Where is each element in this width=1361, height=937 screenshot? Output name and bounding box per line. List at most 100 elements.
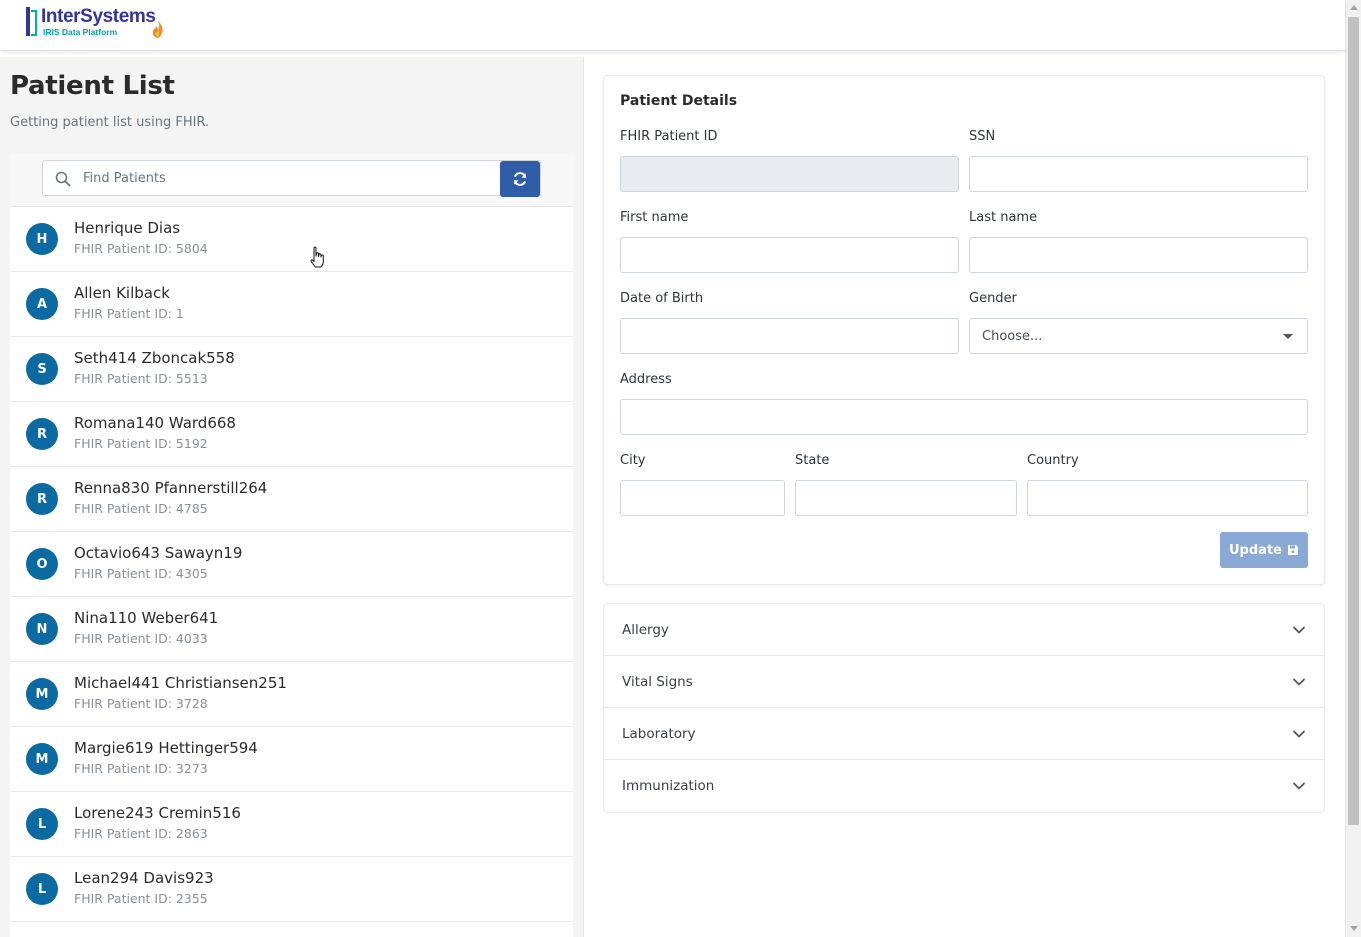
patient-list-item[interactable]: N Nina110 Weber641 FHIR Patient ID: 4033 (10, 597, 573, 662)
chevron-down-icon (1293, 782, 1305, 790)
patient-avatar: R (26, 483, 58, 515)
patient-list-item[interactable]: M Michael441 Christiansen251 FHIR Patient … (10, 662, 573, 727)
patient-fhir-id: FHIR Patient ID: 3728 (74, 696, 208, 711)
last-name-field[interactable] (969, 237, 1308, 273)
accordion-item-immunization[interactable]: Immunization (604, 760, 1324, 812)
chevron-down-icon (1293, 730, 1305, 738)
patient-avatar: H (26, 223, 58, 255)
patient-list-item[interactable]: S Seth414 Zboncak558 FHIR Patient ID: 5513 (10, 337, 573, 402)
flame-icon (152, 20, 163, 38)
patient-fhir-id: FHIR Patient ID: 2863 (74, 826, 208, 841)
logo-mark-icon (26, 6, 38, 37)
patient-list-item[interactable]: L Lorene243 Cremin516 FHIR Patient ID: 286… (10, 792, 573, 857)
patient-list-item[interactable]: H Henrique Dias FHIR Patient ID: 5804 (10, 207, 573, 272)
details-title: Patient Details (620, 93, 738, 109)
patient-fhir-id: FHIR Patient ID: 4033 (74, 631, 208, 646)
accordion-item-vital-signs[interactable]: Vital Signs (604, 656, 1324, 708)
dob-field[interactable] (620, 318, 959, 354)
patient-avatar: R (26, 418, 58, 450)
ssn-label: SSN (969, 129, 996, 144)
gender-label: Gender (969, 291, 1017, 306)
patient-avatar: A (26, 288, 58, 320)
page-title: Patient List (10, 71, 175, 101)
accordion-item-allergy[interactable]: Allergy (604, 604, 1324, 656)
fhir-id-field (620, 156, 959, 192)
patient-list-item[interactable]: L Lean294 Davis923 FHIR Patient ID: 2355 (10, 857, 573, 922)
search-icon (55, 171, 71, 187)
patient-fhir-id: FHIR Patient ID: 5192 (74, 436, 208, 451)
patient-avatar: N (26, 613, 58, 645)
patient-list-item[interactable]: O Octavio643 Sawayn19 FHIR Patient ID: 430… (10, 532, 573, 597)
refresh-icon (513, 172, 527, 186)
chevron-down-icon (1293, 678, 1305, 686)
address-field[interactable] (620, 399, 1308, 435)
logo-subtitle: IRIS Data Platform (43, 27, 118, 37)
patient-name: Octavio643 Sawayn19 (74, 544, 243, 562)
patient-avatar: M (26, 743, 58, 775)
page-scrollbar[interactable] (1345, 0, 1361, 937)
first-name-field[interactable] (620, 237, 959, 273)
patient-list-item[interactable]: R Renna830 Pfannerstill264 FHIR Patient ID… (10, 467, 573, 532)
country-field[interactable] (1027, 480, 1308, 516)
patient-name: Romana140 Ward668 (74, 414, 236, 432)
state-field[interactable] (795, 480, 1017, 516)
patient-fhir-id: FHIR Patient ID: 5513 (74, 371, 208, 386)
patient-name: Nina110 Weber641 (74, 609, 219, 627)
city-label: City (620, 453, 646, 468)
patient-name: Margie619 Hettinger594 (74, 739, 258, 757)
patient-fhir-id: FHIR Patient ID: 4305 (74, 566, 208, 581)
patient-list-panel: Patient List Getting patient list using … (0, 57, 584, 937)
patient-avatar: M (26, 678, 58, 710)
patient-fhir-id: FHIR Patient ID: 4785 (74, 501, 208, 516)
patient-fhir-id: FHIR Patient ID: 2355 (74, 891, 208, 906)
scrollbar-thumb[interactable] (1348, 17, 1359, 825)
patient-name: Allen Kilback (74, 284, 170, 302)
patient-avatar: L (26, 873, 58, 905)
caret-down-icon (1283, 334, 1293, 339)
gender-select[interactable]: Choose... (969, 318, 1308, 354)
search-input[interactable] (83, 161, 493, 195)
clinical-accordion: Allergy Vital Signs Laboratory Immunization (603, 603, 1325, 813)
fhir-id-label: FHIR Patient ID (620, 129, 718, 144)
chevron-down-icon (1293, 626, 1305, 634)
patient-name: Henrique Dias (74, 219, 181, 237)
ssn-field[interactable] (969, 156, 1308, 192)
top-navbar: InterSystems IRIS Data Platform (0, 0, 1345, 51)
patient-name: Michael441 Christiansen251 (74, 674, 287, 692)
scroll-down-arrow-icon[interactable] (1350, 926, 1358, 931)
dob-label: Date of Birth (620, 291, 704, 306)
patient-fhir-id: FHIR Patient ID: 1 (74, 306, 184, 321)
patient-list: H Henrique Dias FHIR Patient ID: 5804 A Alle… (10, 207, 573, 937)
scroll-up-arrow-icon[interactable] (1350, 5, 1358, 10)
accordion-item-label: Laboratory (622, 726, 696, 742)
address-label: Address (620, 372, 672, 387)
patient-fhir-id: FHIR Patient ID: 5804 (74, 241, 208, 256)
patient-avatar: O (26, 548, 58, 580)
patient-list-item[interactable]: M Margie619 Hettinger594 FHIR Patient ID: … (10, 727, 573, 792)
update-button-label: Update (1229, 542, 1282, 558)
patient-name: Lorene243 Cremin516 (74, 804, 241, 822)
page-subtitle: Getting patient list using FHIR. (10, 115, 210, 130)
update-button[interactable]: Update (1220, 532, 1308, 568)
search-bar (10, 153, 573, 207)
accordion-item-laboratory[interactable]: Laboratory (604, 708, 1324, 760)
logo-name: InterSystems (41, 6, 156, 27)
gender-select-value: Choose... (982, 328, 1043, 344)
refresh-button[interactable] (500, 161, 540, 197)
intersystems-logo[interactable]: InterSystems IRIS Data Platform (26, 6, 163, 40)
patient-avatar: S (26, 353, 58, 385)
hand-cursor-icon (310, 246, 324, 268)
patient-name: Renna830 Pfannerstill264 (74, 479, 268, 497)
patient-list-item[interactable]: R Romana140 Ward668 FHIR Patient ID: 5192 (10, 402, 573, 467)
patient-list-item[interactable]: A Allen Kilback FHIR Patient ID: 1 (10, 272, 573, 337)
patient-fhir-id: FHIR Patient ID: 3273 (74, 761, 208, 776)
patient-avatar: L (26, 808, 58, 840)
search-box (42, 160, 541, 196)
accordion-item-label: Allergy (622, 622, 669, 638)
patient-details-card: Patient Details FHIR Patient ID SSN Firs… (603, 75, 1325, 585)
last-name-label: Last name (969, 210, 1038, 225)
save-icon (1287, 545, 1298, 555)
accordion-item-label: Immunization (622, 778, 715, 794)
city-field[interactable] (620, 480, 785, 516)
accordion-item-label: Vital Signs (622, 674, 693, 690)
